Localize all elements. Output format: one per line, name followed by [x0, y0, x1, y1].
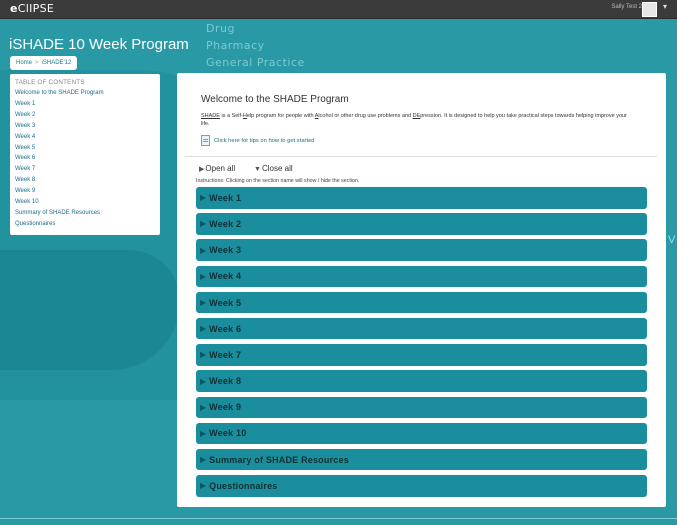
expand-arrow-icon: ▶: [200, 324, 207, 334]
close-all-button[interactable]: ▼Close all: [254, 164, 293, 173]
toc-item-welcome[interactable]: Welcome to the SHADE Program: [15, 88, 155, 99]
expand-arrow-icon: ▶: [200, 481, 207, 491]
section-week-5[interactable]: ▶ Week 5: [196, 291, 647, 314]
toc-item-week-1[interactable]: Week 1: [15, 99, 155, 110]
expand-arrow-icon: ▶: [200, 298, 207, 307]
expand-arrow-icon: ▶: [200, 376, 207, 386]
breadcrumb-current-link[interactable]: iSHADE'12: [42, 60, 72, 66]
expand-arrow-icon: ▶: [200, 271, 207, 281]
toc-item-week-8[interactable]: Week 8: [15, 175, 155, 186]
breadcrumb: Home > iSHADE'12: [10, 56, 78, 70]
play-triangle-icon: ▶: [199, 166, 205, 173]
background-word: General Practice: [206, 56, 305, 69]
section-week-3[interactable]: ▶ Week 3: [196, 239, 647, 261]
section-week-6[interactable]: ▶ Week 6: [196, 317, 647, 340]
toc-item-week-9[interactable]: Week 9: [15, 186, 155, 197]
background-text: Drug Pharmacy General Practice: [206, 20, 305, 71]
tips-link[interactable]: Click here for tips on how to get starte…: [201, 135, 315, 146]
toc-item-week-6[interactable]: Week 6: [15, 153, 155, 164]
section-week-2[interactable]: ▶ Week 2: [196, 213, 647, 235]
footer-divider: [0, 518, 677, 519]
breadcrumb-separator: >: [35, 60, 39, 66]
section-questionnaires[interactable]: ▶ Questionnaires: [196, 475, 647, 497]
background-word: Drug: [206, 22, 235, 35]
section-list: ▶ Week 1 ▶ Week 2 ▶ Week 3 ▶ Week 4 ▶ Week 5 …: [196, 187, 647, 501]
section-week-4[interactable]: ▶ Week 4: [196, 265, 647, 288]
table-of-contents: TABLE OF CONTENTS Welcome to the SHADE P…: [10, 74, 160, 235]
toc-item-week-3[interactable]: Week 3: [15, 121, 155, 132]
expand-arrow-icon: ▶: [200, 193, 207, 203]
expand-arrow-icon: ▶: [200, 428, 207, 438]
user-name[interactable]: Sally Test 2: [611, 4, 642, 10]
open-all-button[interactable]: ▶Open all: [199, 164, 235, 173]
toc-item-questionnaires[interactable]: Questionnaires: [15, 219, 155, 230]
expand-arrow-icon: ▶: [200, 455, 207, 465]
section-week-10[interactable]: ▶ Week 10: [196, 422, 647, 445]
tips-link-label: Click here for tips on how to get starte…: [214, 138, 315, 145]
document-icon: [201, 135, 210, 146]
toc-item-week-4[interactable]: Week 4: [15, 132, 155, 143]
page-title: iSHADE 10 Week Program: [9, 36, 189, 53]
expand-arrow-icon: ▶: [200, 219, 207, 229]
breadcrumb-home-link[interactable]: Home: [16, 60, 32, 66]
toc-item-week-2[interactable]: Week 2: [15, 110, 155, 121]
background-map-shape: [0, 250, 180, 370]
user-menu-caret-icon[interactable]: ▾: [663, 2, 667, 11]
avatar[interactable]: [642, 2, 657, 17]
expand-arrow-icon: ▶: [200, 350, 207, 360]
toc-item-week-7[interactable]: Week 7: [15, 164, 155, 175]
instructions-text: Instructions: Clicking on the section na…: [196, 178, 360, 184]
section-week-8[interactable]: ▶ Week 8: [196, 370, 647, 392]
expand-arrow-icon: ▶: [200, 402, 207, 412]
eclipse-logo[interactable]: eClIPSE: [10, 2, 54, 15]
welcome-heading: Welcome to the SHADE Program: [201, 94, 349, 105]
down-triangle-icon: ▼: [254, 166, 261, 173]
section-summary-resources[interactable]: ▶ Summary of SHADE Resources: [196, 448, 647, 471]
toc-item-week-5[interactable]: Week 5: [15, 143, 155, 154]
section-week-7[interactable]: ▶ Week 7: [196, 344, 647, 366]
background-word: Pharmacy: [206, 39, 265, 52]
toc-item-summary[interactable]: Summary of SHADE Resources: [15, 208, 155, 219]
toc-title: TABLE OF CONTENTS: [15, 79, 85, 86]
divider: [185, 156, 657, 157]
expand-arrow-icon: ▶: [200, 245, 207, 255]
section-week-1[interactable]: ▶ Week 1: [196, 187, 647, 209]
toc-item-week-10[interactable]: Week 10: [15, 197, 155, 208]
top-navbar: eClIPSE Sally Test 2 ▾: [0, 0, 677, 19]
main-content-panel: Welcome to the SHADE Program SHADE is a …: [177, 73, 666, 507]
background-letter: V: [668, 234, 676, 246]
intro-paragraph: SHADE is a Self-Help program for people …: [201, 113, 627, 127]
section-week-9[interactable]: ▶ Week 9: [196, 396, 647, 418]
